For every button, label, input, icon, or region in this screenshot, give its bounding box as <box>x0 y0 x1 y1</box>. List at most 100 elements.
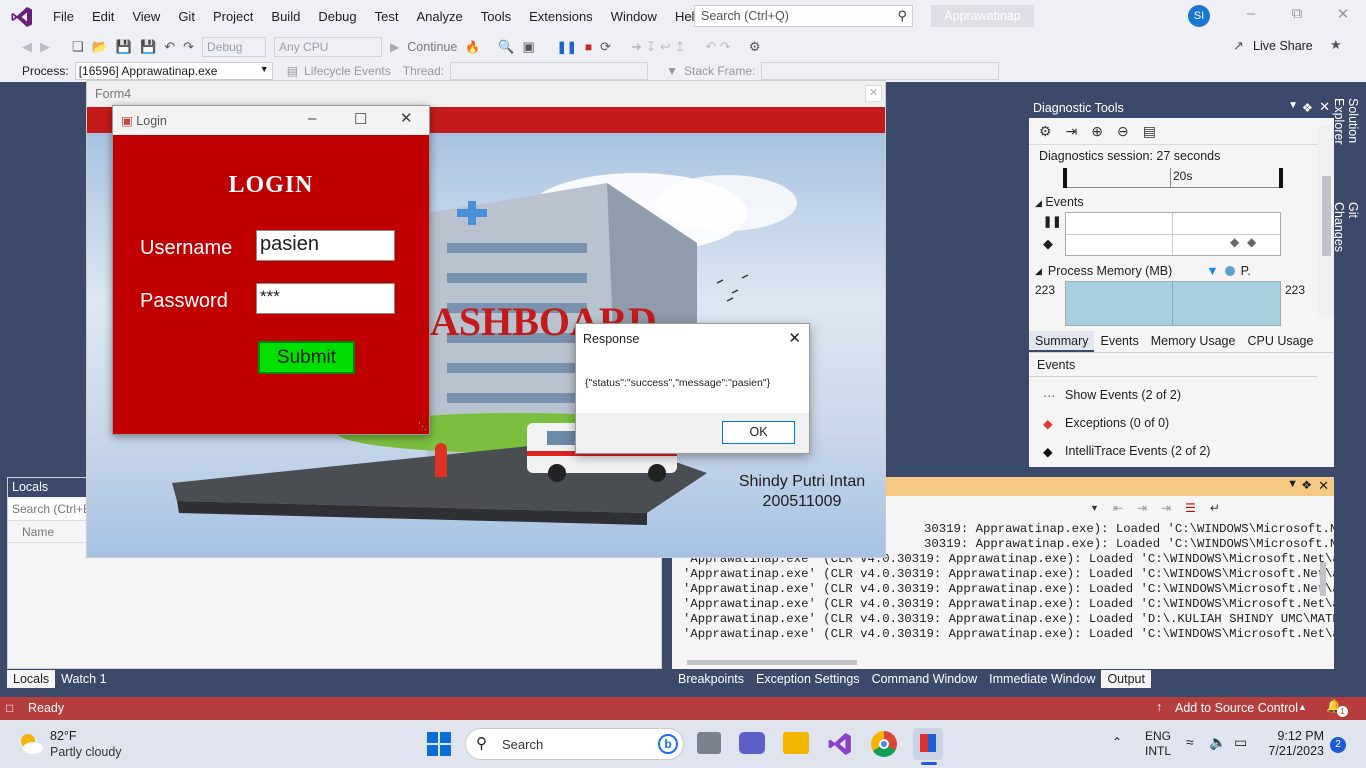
login-close-icon[interactable]: ✕ <box>400 109 413 127</box>
lifecycle-events-button[interactable]: Lifecycle Events <box>304 64 391 78</box>
open-icon[interactable]: 📂 <box>92 39 108 55</box>
event-row[interactable]: ◆ Exceptions (0 of 0) <box>1043 409 1210 437</box>
tray-chevron-icon[interactable]: ⌃ <box>1112 735 1122 749</box>
prev-message-icon[interactable]: ⇤ <box>1113 501 1123 515</box>
visual-studio-logo-icon[interactable] <box>0 0 44 33</box>
menu-item-tools[interactable]: Tools <box>472 0 520 33</box>
battery-icon[interactable]: ▭ <box>1234 734 1247 751</box>
output-close-icon[interactable]: ✕ <box>1318 478 1329 494</box>
undo-icon[interactable]: ↶ <box>164 39 175 55</box>
diag-close-icon[interactable]: ✕ <box>1319 99 1330 115</box>
forward-icon[interactable]: ▶ <box>40 39 50 55</box>
tab-command-window[interactable]: Command Window <box>866 670 984 688</box>
weather-icon[interactable] <box>18 731 44 757</box>
start-icon[interactable] <box>427 732 451 756</box>
file-explorer-icon[interactable] <box>783 732 809 754</box>
form4-close-icon[interactable]: ✕ <box>865 85 882 102</box>
password-input[interactable]: *** <box>256 283 395 314</box>
word-wrap-icon[interactable]: ↵ <box>1210 501 1220 515</box>
tab-immediate-window[interactable]: Immediate Window <box>983 670 1101 688</box>
find-message-icon[interactable]: ⇥ <box>1161 501 1171 515</box>
diag-tab-summary[interactable]: Summary <box>1029 331 1095 352</box>
stop-icon[interactable]: ■ <box>585 40 592 54</box>
redo-icon[interactable]: ↷ <box>183 39 194 55</box>
output-hscrollbar[interactable] <box>687 660 857 665</box>
teams-icon[interactable] <box>739 732 765 754</box>
language-indicator[interactable]: ENG INTL <box>1145 729 1171 759</box>
save-icon[interactable]: 💾 <box>116 39 132 55</box>
side-tab-solution-explorer[interactable]: Solution Explorer <box>1332 98 1360 188</box>
event-row[interactable]: ⋯ Show Events (2 of 2) <box>1043 381 1210 409</box>
stack-frame-dropdown[interactable] <box>761 62 1000 80</box>
login-minimize-icon[interactable]: – <box>308 110 316 127</box>
search-box[interactable]: Search (Ctrl+Q) ⚲ <box>694 5 913 27</box>
hot-reload-icon[interactable]: 🔥 <box>465 40 480 54</box>
menu-item-window[interactable]: Window <box>602 0 666 33</box>
diag-pin-icon[interactable]: ❖ <box>1302 100 1313 115</box>
running-app-icon[interactable] <box>913 728 943 760</box>
continue-button[interactable]: Continue <box>407 40 457 54</box>
diag-menu-icon[interactable]: ▼ <box>1288 100 1298 111</box>
platform-dropdown[interactable]: Any CPU <box>274 36 383 57</box>
clear-all-icon[interactable]: ☰ <box>1185 501 1196 515</box>
minimize-icon[interactable]: – <box>1236 5 1266 27</box>
config-dropdown[interactable]: Debug <box>202 36 267 57</box>
menu-item-file[interactable]: File <box>44 0 83 33</box>
pin-icon[interactable]: ❖ <box>1301 478 1312 492</box>
events-track[interactable]: ◆ ◆ <box>1065 212 1281 256</box>
ok-button[interactable]: OK <box>722 421 795 444</box>
wifi-icon[interactable]: ≈ <box>1186 734 1194 750</box>
zoom-in-icon[interactable]: ⊕ <box>1091 123 1103 140</box>
save-all-icon[interactable]: 💾 <box>140 39 156 55</box>
diag-tab-memory-usage[interactable]: Memory Usage <box>1145 331 1242 352</box>
output-vscrollbar[interactable] <box>1320 562 1326 596</box>
filter-icon[interactable]: ▼ <box>666 64 678 78</box>
select-tools-icon[interactable]: ⇥ <box>1066 123 1078 140</box>
new-project-icon[interactable]: ❏ <box>72 39 84 55</box>
back-icon[interactable]: ◀ <box>22 39 32 55</box>
output-source-dropdown-icon[interactable]: ▼ <box>1090 503 1099 513</box>
menu-item-analyze[interactable]: Analyze <box>407 0 471 33</box>
tab-watch-1[interactable]: Watch 1 <box>55 670 112 688</box>
menu-item-project[interactable]: Project <box>204 0 262 33</box>
diag-timeline-ruler[interactable]: 20s <box>1063 168 1283 188</box>
restart-icon[interactable]: ⟳ <box>600 39 611 55</box>
event-marker-icon[interactable]: ◆ <box>1230 235 1239 249</box>
diag-tab-cpu-usage[interactable]: CPU Usage <box>1241 331 1319 352</box>
zoom-out-icon[interactable]: ⊖ <box>1117 123 1129 140</box>
next-message-icon[interactable]: ⇥ <box>1137 501 1147 515</box>
user-avatar[interactable]: SI <box>1188 5 1210 27</box>
tab-locals[interactable]: Locals <box>7 670 56 688</box>
event-marker-icon-2[interactable]: ◆ <box>1247 235 1256 249</box>
response-close-icon[interactable]: ✕ <box>788 329 801 347</box>
events-section-header[interactable]: ◢ Events <box>1035 195 1084 209</box>
close-icon[interactable]: ✕ <box>1328 5 1358 27</box>
diag-tab-events[interactable]: Events <box>1094 331 1144 352</box>
pause-icon[interactable]: ❚❚ <box>557 40 577 54</box>
username-input[interactable]: pasien <box>256 230 395 261</box>
live-share-button[interactable]: Live Share <box>1253 39 1313 53</box>
volume-icon[interactable]: 🔈 <box>1209 734 1226 751</box>
add-source-control-button[interactable]: Add to Source Control <box>1175 701 1298 715</box>
taskbar-search[interactable]: ⚲ Search b <box>465 728 684 760</box>
nav-icons[interactable]: ↶ ↷ <box>705 39 730 55</box>
menu-item-test[interactable]: Test <box>366 0 408 33</box>
menu-item-extensions[interactable]: Extensions <box>520 0 602 33</box>
step-icons[interactable]: ➜ ↧ ↩ ↥ <box>631 39 685 55</box>
memory-chart[interactable] <box>1065 281 1281 326</box>
process-dropdown[interactable]: [16596] Apprawatinap.exe ▼ <box>74 62 273 80</box>
browse-icon[interactable]: 🔍 <box>498 39 514 55</box>
side-tab-git-changes[interactable]: Git Changes <box>1332 202 1360 268</box>
menu-item-git[interactable]: Git <box>169 0 204 33</box>
output-menu-icon[interactable]: ▼ <box>1287 478 1298 490</box>
tab-exception-settings[interactable]: Exception Settings <box>750 670 866 688</box>
tab-output[interactable]: Output <box>1101 670 1151 688</box>
login-maximize-icon[interactable]: ☐ <box>354 110 367 128</box>
reset-view-icon[interactable]: ▤ <box>1143 123 1156 140</box>
menu-item-edit[interactable]: Edit <box>83 0 123 33</box>
memory-section-header[interactable]: ◢ Process Memory (MB) ▼ P. <box>1035 264 1305 278</box>
visual-studio-taskbar-icon[interactable] <box>827 731 853 757</box>
chrome-icon[interactable] <box>871 731 897 757</box>
submit-button[interactable]: Submit <box>258 341 355 374</box>
clock[interactable]: 9:12 PM 7/21/2023 <box>1264 729 1324 759</box>
